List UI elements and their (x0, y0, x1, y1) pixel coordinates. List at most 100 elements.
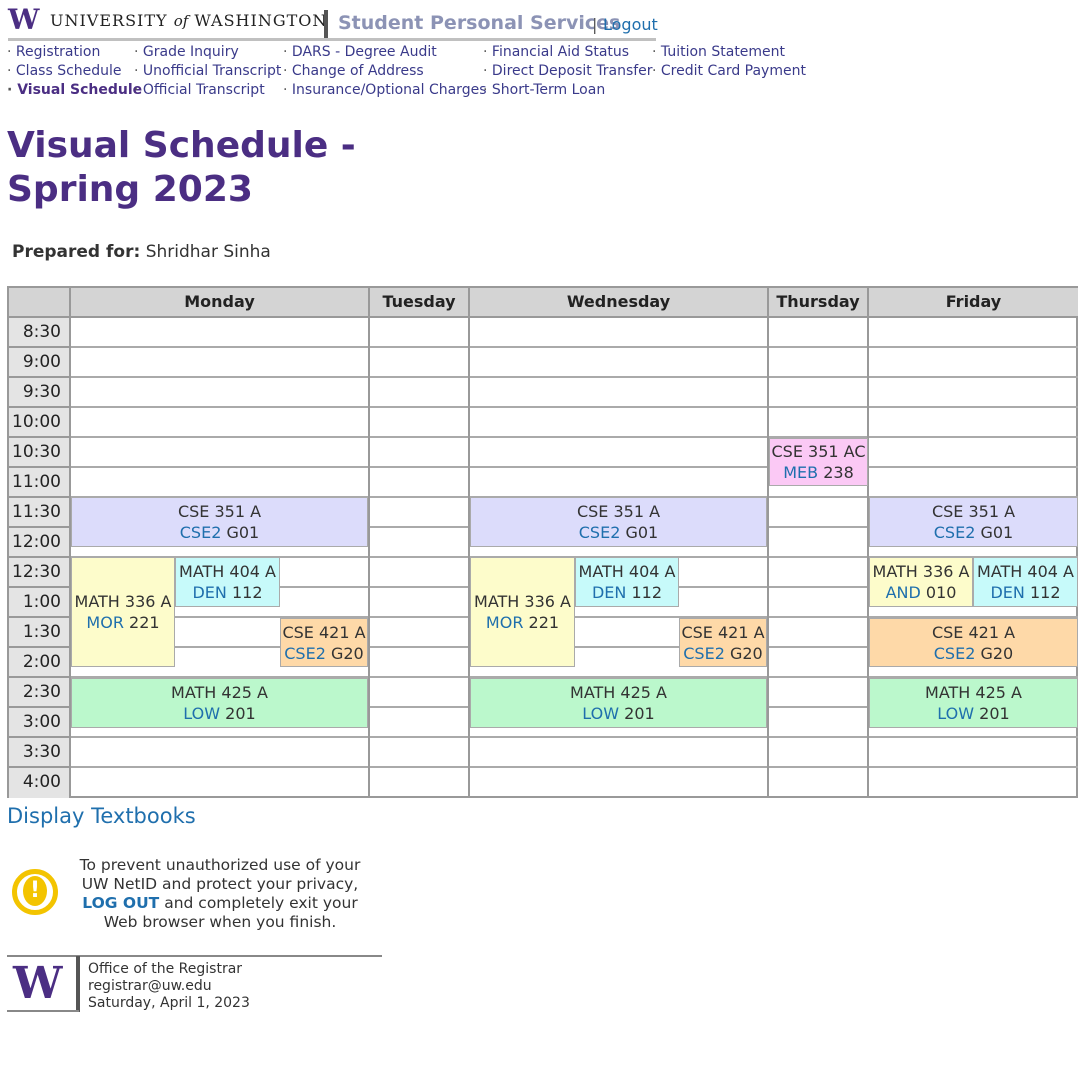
building-link[interactable]: LOW (582, 704, 619, 723)
course-block-math-425-a[interactable]: MATH 425 A LOW 201 (869, 678, 1078, 728)
course-block-math-425-a[interactable]: MATH 425 A LOW 201 (71, 678, 368, 728)
course-block-math-336-a[interactable]: MATH 336 A MOR 221 (470, 557, 575, 667)
building-link[interactable]: LOW (183, 704, 220, 723)
course-name: MATH 404 A (977, 562, 1074, 581)
nav-grade-inquiry[interactable]: Grade Inquiry (134, 43, 281, 62)
building-link[interactable]: MOR (86, 613, 124, 632)
building-link[interactable]: CSE2 (683, 644, 725, 663)
logout-link[interactable]: Logout (603, 15, 658, 34)
building-link[interactable]: CSE2 (934, 644, 976, 663)
room-number: 112 (1029, 583, 1061, 602)
course-block-cse-351-a[interactable]: CSE 351 A CSE2 G01 (869, 497, 1078, 547)
nav-insurance-optional-charges[interactable]: Insurance/Optional Charges (283, 81, 487, 100)
nav-financial-aid-status[interactable]: Financial Aid Status (483, 43, 653, 62)
grid-line (71, 376, 1078, 378)
nav-visual-schedule[interactable]: Visual Schedule (7, 81, 142, 100)
room-number: 201 (225, 704, 256, 723)
warning-text-pre: To prevent unauthorized use of your UW N… (79, 856, 361, 893)
time-label: 2:00 (9, 648, 71, 678)
building-link[interactable]: DEN (592, 583, 626, 602)
building-link[interactable]: CSE2 (579, 523, 621, 542)
course-name: MATH 425 A (925, 683, 1022, 702)
building-link[interactable]: DEN (192, 583, 226, 602)
nav-column-4: Financial Aid Status Direct Deposit Tran… (483, 43, 653, 100)
time-label: 2:30 (9, 678, 71, 708)
course-block-cse-351-ac[interactable]: CSE 351 AC MEB 238 (769, 438, 868, 486)
time-label: 12:00 (9, 528, 71, 558)
building-link[interactable]: MOR (486, 613, 524, 632)
course-block-cse-421-a[interactable]: CSE 421 A CSE2 G20 (280, 618, 368, 667)
course-block-cse-351-a[interactable]: CSE 351 A CSE2 G01 (71, 497, 368, 547)
footer-uw-logo: W (13, 958, 63, 1009)
time-label: 10:00 (9, 408, 71, 438)
nav-change-of-address[interactable]: Change of Address (283, 62, 486, 81)
building-link[interactable]: LOW (937, 704, 974, 723)
uw-wordmark[interactable]: UNIVERSITY of WASHINGTON (50, 11, 327, 30)
visual-schedule-grid: Monday Tuesday Wednesday Thursday Friday… (7, 286, 1078, 798)
building-link[interactable]: CSE2 (284, 644, 326, 663)
time-label: 3:00 (9, 708, 71, 738)
header-rule (8, 38, 656, 41)
building-link[interactable]: CSE2 (180, 523, 222, 542)
course-block-math-404-a[interactable]: MATH 404 A DEN 112 (973, 557, 1078, 607)
student-name: Shridhar Sinha (145, 242, 271, 262)
course-name: CSE 351 A (576, 502, 661, 521)
course-block-cse-421-a[interactable]: CSE 421 A CSE2 G20 (869, 618, 1078, 667)
time-label: 1:30 (9, 618, 71, 648)
office-name: Office of the Registrar (88, 961, 243, 977)
footer-info: Office of the Registrar registrar@uw.edu… (88, 961, 250, 1012)
course-block-math-404-a[interactable]: MATH 404 A DEN 112 (575, 557, 679, 607)
nav-short-term-loan[interactable]: Short-Term Loan (483, 81, 653, 100)
nav-unofficial-transcript[interactable]: Unofficial Transcript (134, 62, 281, 81)
building-link[interactable]: CSE2 (934, 523, 976, 542)
wordmark-of: of (173, 12, 189, 30)
day-separator (767, 288, 769, 796)
prepared-for: Prepared for: Shridhar Sinha (12, 242, 271, 262)
nav-column-3: DARS - Degree Audit Change of Address In… (283, 43, 487, 100)
grid-line (71, 346, 1078, 348)
building-link[interactable]: AND (886, 583, 921, 602)
course-block-cse-351-a[interactable]: CSE 351 A CSE2 G01 (470, 497, 767, 547)
course-name: CSE 351 A (931, 502, 1016, 521)
uw-logo-w[interactable]: W (8, 6, 39, 34)
room-number: G20 (729, 643, 763, 663)
course-block-math-336-a[interactable]: MATH 336 A MOR 221 (71, 557, 175, 667)
course-name: MATH 425 A (570, 683, 667, 702)
nav-credit-card-payment[interactable]: Credit Card Payment (652, 62, 806, 81)
grid-line (71, 766, 1078, 768)
course-name: CSE 421 A (282, 622, 366, 642)
grid-line (71, 436, 1078, 438)
room-number: 010 (925, 583, 957, 602)
service-title[interactable]: Student Personal Services (338, 12, 620, 34)
time-label: 10:30 (9, 438, 71, 468)
nav-class-schedule[interactable]: Class Schedule (7, 62, 142, 81)
grid-line (71, 736, 1078, 738)
nav-registration[interactable]: Registration (7, 43, 142, 62)
registrar-email: registrar@uw.edu (88, 978, 212, 994)
nav-tuition-statement[interactable]: Tuition Statement (652, 43, 806, 62)
course-block-cse-421-a[interactable]: CSE 421 A CSE2 G20 (679, 618, 767, 667)
footer-rule (7, 955, 382, 957)
building-link[interactable]: MEB (783, 463, 818, 482)
time-label: 8:30 (9, 318, 71, 348)
course-name: CSE 351 A (177, 502, 262, 521)
nav-official-transcript[interactable]: Official Transcript (134, 81, 281, 100)
day-separator (368, 288, 370, 796)
room-number: G20 (980, 643, 1014, 663)
day-header-tuesday: Tuesday (370, 288, 470, 318)
grid-line (71, 466, 1078, 468)
day-header-wednesday: Wednesday (470, 288, 769, 318)
room-number: G01 (980, 523, 1014, 542)
nav-dars-degree-audit[interactable]: DARS - Degree Audit (283, 43, 486, 62)
room-number: 201 (624, 704, 655, 723)
building-link[interactable]: DEN (990, 583, 1024, 602)
course-block-math-425-a[interactable]: MATH 425 A LOW 201 (470, 678, 767, 728)
course-block-math-404-a[interactable]: MATH 404 A DEN 112 (175, 557, 280, 607)
course-block-math-336-a[interactable]: MATH 336 A AND 010 (869, 557, 973, 607)
wordmark-university: UNIVERSITY (50, 11, 168, 30)
display-textbooks-link[interactable]: Display Textbooks (7, 804, 196, 828)
wordmark-washington: WASHINGTON (194, 11, 328, 30)
day-header-friday: Friday (869, 288, 1078, 318)
site-header: W UNIVERSITY of WASHINGTON Student Perso… (8, 4, 668, 41)
nav-direct-deposit-transfer[interactable]: Direct Deposit Transfer (483, 62, 653, 81)
